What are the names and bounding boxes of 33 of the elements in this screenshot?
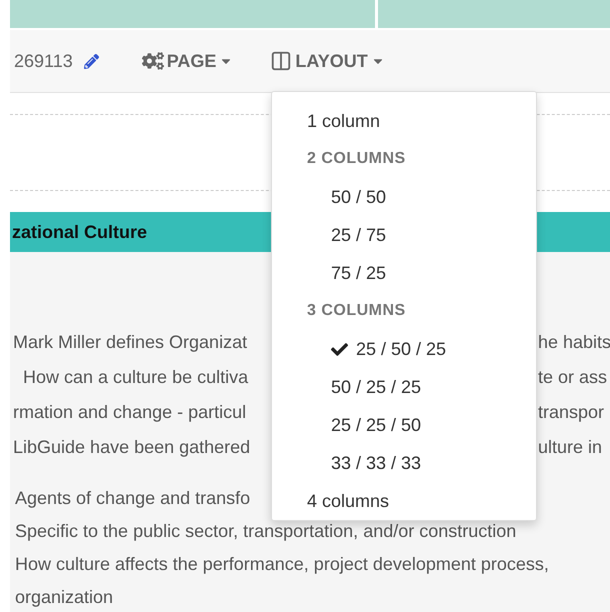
page-menu-button[interactable]: PAGE xyxy=(142,50,234,72)
paragraph-text: How can a culture be cultiva xyxy=(22,367,248,388)
layout-option[interactable]: 25 / 50 / 25 xyxy=(272,330,536,368)
list-item-text: organization xyxy=(15,587,114,608)
layout-option[interactable]: 50 / 25 / 25 xyxy=(272,368,536,406)
guide-tab[interactable] xyxy=(10,0,375,28)
paragraph-text: he habits xyxy=(538,332,610,353)
paragraph-text: rmation and change - particul xyxy=(13,402,246,423)
check-icon xyxy=(331,340,348,358)
guide-id: 269113 xyxy=(14,50,73,72)
paragraph-text: ulture in xyxy=(538,437,602,458)
gears-icon xyxy=(142,50,164,72)
paragraph-text: Mark Miller defines Organizat xyxy=(13,332,248,353)
list-item-text: Specific to the public sector, transportation, and/or construction xyxy=(15,521,516,542)
list-item-text: How culture affects the performance, project development process, xyxy=(15,554,549,575)
layout-option[interactable]: 1 column xyxy=(272,102,536,140)
layout-menu-button[interactable]: LAYOUT xyxy=(270,50,385,72)
columns-icon xyxy=(270,50,292,72)
layout-option[interactable]: 25 / 25 / 50 xyxy=(272,406,536,444)
paragraph-text: te or ass xyxy=(538,367,608,388)
layout-option[interactable]: 25 / 75 xyxy=(272,216,536,254)
guide-tab[interactable] xyxy=(378,0,610,28)
paragraph-text: transpor xyxy=(538,402,604,423)
layout-option[interactable]: 75 / 25 xyxy=(272,254,536,292)
paragraph-text: LibGuide have been gathered xyxy=(13,437,250,458)
group-heading: 3 COLUMNS xyxy=(306,301,407,321)
list-item-text: Agents of change and transfo xyxy=(15,488,250,509)
section-title: zational Culture xyxy=(12,222,148,242)
group-heading: 2 COLUMNS xyxy=(306,149,407,169)
layout-option[interactable]: 50 / 50 xyxy=(272,178,536,216)
pencil-icon[interactable] xyxy=(84,54,99,68)
layout-option[interactable]: 4 columns xyxy=(272,482,536,520)
layout-option[interactable]: 33 / 33 / 33 xyxy=(272,444,536,482)
